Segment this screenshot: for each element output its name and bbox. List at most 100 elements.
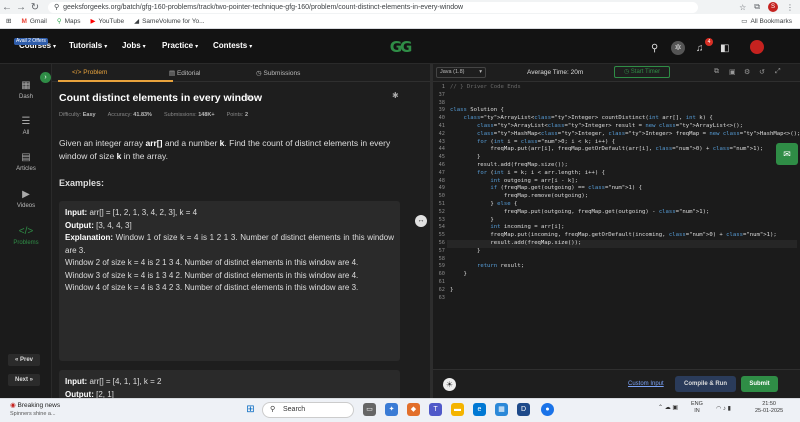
report-bug-icon[interactable]: ✱: [392, 91, 399, 100]
sidebar-item-dash[interactable]: ▦ Dash: [0, 80, 52, 100]
nav-practice[interactable]: Practice ▾: [162, 41, 198, 50]
sidebar-item-problems[interactable]: </> Problems: [0, 226, 52, 246]
dell-icon[interactable]: D: [517, 403, 530, 416]
reload-icon[interactable]: ↻: [28, 2, 42, 13]
line-number: 1: [441, 84, 445, 90]
explanation-line: Window 4 of size k = 4 is 3 4 2 3. Numbe…: [65, 283, 359, 292]
line-number: 51: [438, 201, 445, 207]
back-icon[interactable]: ←: [0, 2, 14, 13]
windows-taskbar: [0, 398, 800, 422]
line-number: 48: [438, 177, 445, 184]
task-view-icon[interactable]: ▭: [363, 403, 376, 416]
line-number: 44: [438, 146, 445, 153]
edge-icon[interactable]: e: [473, 403, 486, 416]
language-indicator[interactable]: ENG IN: [691, 401, 703, 415]
line-number: 43: [438, 138, 445, 145]
language-select[interactable]: Java (1.8) ▾: [436, 67, 486, 78]
teams-icon[interactable]: T: [429, 403, 442, 416]
code-line: class Solution {: [450, 107, 504, 114]
line-number: 40: [438, 115, 445, 122]
network-volume-icon[interactable]: ◠ ♪ ▮: [716, 405, 731, 412]
theme-sun-icon[interactable]: ☀: [443, 378, 456, 391]
code-line: class="ty">ArrayList<class="ty">Integer>…: [463, 115, 713, 122]
bookmark-youtube[interactable]: ▶ YouTube: [91, 17, 125, 26]
bookmark-gmail[interactable]: M Gmail: [21, 18, 46, 25]
chat-icon[interactable]: ✉: [776, 143, 798, 165]
settings-icon[interactable]: ⚙: [744, 68, 750, 76]
chevron-down-icon: ▾: [53, 44, 57, 50]
copilot-icon[interactable]: ✦: [385, 403, 398, 416]
address-bar[interactable]: ⚲ geeksforgeeks.org/batch/gfg-160-proble…: [48, 1, 698, 13]
line-number: 45: [438, 154, 445, 161]
tab-submissions[interactable]: ◷ Submissions: [256, 69, 300, 77]
menu-icon[interactable]: ⋮: [786, 3, 794, 12]
profile-avatar[interactable]: S: [768, 2, 778, 12]
code-line: if (freqMap.get(outgoing) == class="num"…: [490, 185, 642, 192]
code-line: // } Driver Code Ends: [450, 84, 521, 90]
taskbar-search[interactable]: ⚲ Search: [262, 402, 354, 418]
line-number: 63: [438, 294, 445, 301]
system-tray[interactable]: ⌃ ☁ ▣: [658, 404, 678, 411]
copy-icon[interactable]: ⧉: [714, 68, 719, 76]
line-number: 59: [438, 263, 445, 270]
star-icon[interactable]: ☆: [739, 3, 746, 12]
fullscreen-icon[interactable]: ⤢: [775, 68, 781, 76]
file-explorer-icon[interactable]: ▬: [451, 403, 464, 416]
code-line: }: [450, 271, 467, 278]
expand-sidebar-icon[interactable]: ›: [40, 72, 51, 83]
tab-editorial[interactable]: ▤ Editorial: [169, 69, 200, 77]
next-button[interactable]: Next »: [8, 374, 40, 386]
sidebar-item-articles[interactable]: ▤ Articles: [0, 152, 52, 172]
line-number: 50: [438, 193, 445, 200]
chevron-down-icon: ▾: [195, 44, 199, 50]
colorful-app-icon[interactable]: ◆: [407, 403, 420, 416]
line-number: 56: [438, 240, 445, 246]
start-timer-button[interactable]: ◷ Start Timer: [614, 66, 670, 78]
forward-icon[interactable]: →: [14, 2, 28, 13]
chrome-icon[interactable]: ●: [541, 403, 554, 416]
nav-jobs[interactable]: Jobs ▾: [122, 41, 146, 50]
line-number: 62: [438, 286, 445, 293]
code-line: }: [450, 247, 481, 254]
nav-contests[interactable]: Contests ▾: [213, 41, 252, 50]
code-line: }: [450, 154, 481, 161]
line-number: 42: [438, 130, 445, 137]
sidebar-item-videos[interactable]: ▶ Videos: [0, 189, 52, 209]
translate-icon[interactable]: ◧: [720, 43, 729, 54]
windows-start-icon[interactable]: ⊞: [244, 403, 257, 416]
clock[interactable]: 21:50 25-01-2025: [755, 401, 783, 415]
store-icon[interactable]: ▦: [495, 403, 508, 416]
line-number: 60: [438, 271, 445, 278]
problem-description: Given an integer array arr[] and a numbe…: [59, 138, 391, 161]
all-bookmarks[interactable]: ▭ All Bookmarks: [741, 17, 792, 26]
bookmark-samevolume[interactable]: ◢ SameVolume for Yo...: [134, 17, 205, 26]
extensions-icon[interactable]: ⧉: [754, 2, 760, 12]
bookmark-icon[interactable]: ⌑: [247, 93, 252, 104]
bell-icon[interactable]: ♫: [696, 43, 704, 54]
offers-badge[interactable]: Avail 2 Offers: [14, 38, 48, 45]
tab-problem[interactable]: </> Problem: [72, 69, 107, 76]
meta-submissions: Submissions: 148K+: [163, 112, 215, 118]
search-icon[interactable]: ⚲: [651, 43, 658, 54]
gfg-logo[interactable]: GG: [383, 38, 417, 56]
prev-button[interactable]: « Prev: [8, 354, 40, 366]
custom-input-link[interactable]: Custom Input: [628, 381, 664, 387]
nav-tutorials[interactable]: Tutorials ▾: [69, 41, 107, 50]
news-widget[interactable]: ◉ Breaking news Spinners shine a...: [10, 402, 60, 418]
theme-toggle-icon[interactable]: ✲: [671, 41, 685, 55]
resize-handle-icon[interactable]: ↔: [415, 215, 427, 227]
reset-icon[interactable]: ↺: [759, 68, 765, 76]
user-avatar[interactable]: [750, 40, 764, 54]
site-info-icon[interactable]: ⚲: [54, 3, 59, 11]
line-number: 57: [438, 247, 445, 254]
meta-difficulty: Difficulty: Easy: [59, 112, 96, 118]
line-number: 58: [438, 255, 445, 262]
submit-button[interactable]: Submit: [741, 376, 778, 392]
sidebar-item-all[interactable]: ☰ All: [0, 116, 52, 136]
compile-run-button[interactable]: Compile & Run: [675, 376, 736, 392]
line-number: 53: [438, 216, 445, 223]
layout-icon[interactable]: ▣: [729, 68, 736, 76]
bookmark-maps[interactable]: ⚲ Maps: [57, 17, 81, 26]
apps-icon[interactable]: ⊞: [6, 17, 11, 25]
line-number: 52: [438, 208, 445, 215]
